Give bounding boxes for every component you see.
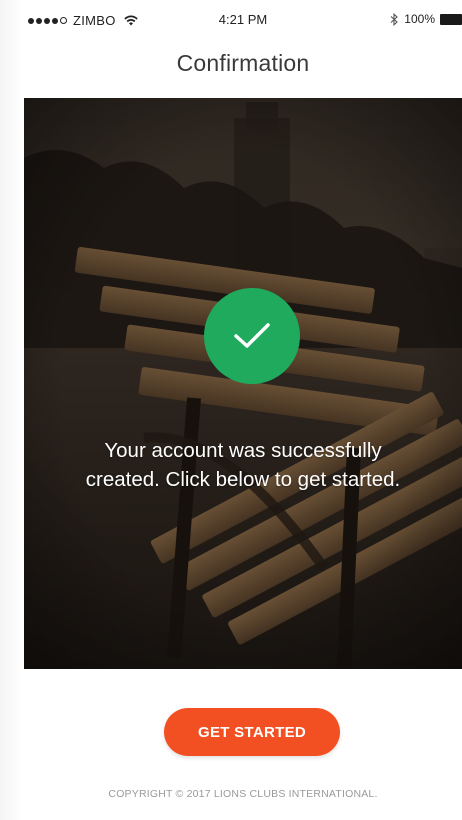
status-bar: ZIMBO 4:21 PM 100%	[24, 0, 462, 40]
checkmark-icon	[234, 323, 270, 348]
get-started-button[interactable]: GET STARTED	[164, 708, 340, 756]
bluetooth-icon	[390, 12, 399, 26]
success-message-line1: Your account was successfully	[104, 439, 382, 462]
hero-dim-overlay	[24, 98, 462, 669]
battery-icon	[440, 13, 462, 25]
battery-percent: 100%	[404, 12, 435, 26]
success-message: Your account was successfully created. C…	[44, 436, 442, 494]
status-right: 100%	[389, 12, 462, 26]
page-title: Confirmation	[176, 50, 310, 76]
device-frame-edge	[0, 0, 22, 820]
confirmation-screen: ZIMBO 4:21 PM 100% Confirmation Your acc…	[0, 0, 462, 820]
success-message-line2: created. Click below to get started.	[85, 468, 401, 491]
hero-image: Your account was successfully created. C…	[24, 98, 462, 669]
copyright-text: COPYRIGHT © 2017 LIONS CLUBS INTERNATION…	[108, 788, 378, 800]
success-badge	[204, 288, 300, 384]
